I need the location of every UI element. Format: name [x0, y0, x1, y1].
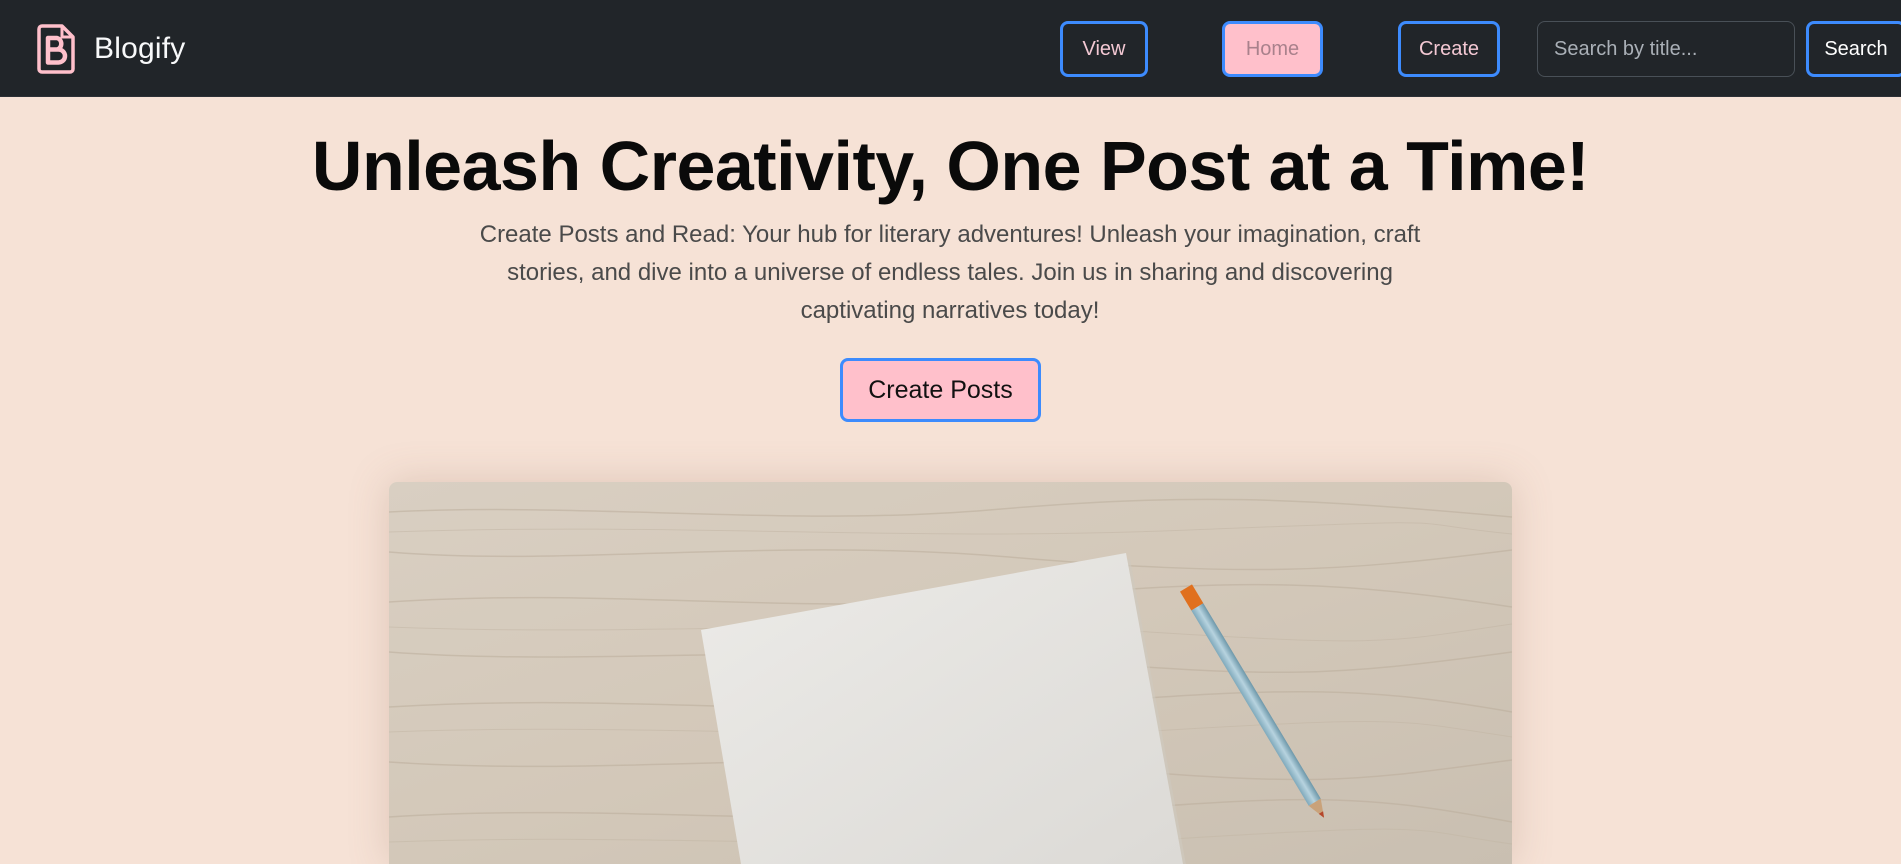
paper-and-pencil-illustration — [389, 482, 1512, 864]
create-posts-button[interactable]: Create Posts — [840, 358, 1041, 422]
nav-view-button[interactable]: View — [1060, 21, 1148, 77]
search-button[interactable]: Search — [1806, 21, 1901, 77]
hero-image — [389, 482, 1512, 864]
hero-subtitle: Create Posts and Read: Your hub for lite… — [479, 221, 1421, 324]
nav-home-button[interactable]: Home — [1222, 21, 1323, 77]
brand-link[interactable]: Blogify — [36, 23, 185, 75]
hero-title: Unleash Creativity, One Post at a Time! — [311, 127, 1590, 205]
top-navbar: Blogify View Home Create Search — [0, 0, 1901, 97]
nav-create-button[interactable]: Create — [1398, 21, 1500, 77]
search-input[interactable] — [1537, 21, 1795, 77]
brand-name: Blogify — [94, 32, 186, 65]
document-b-icon — [37, 24, 75, 74]
